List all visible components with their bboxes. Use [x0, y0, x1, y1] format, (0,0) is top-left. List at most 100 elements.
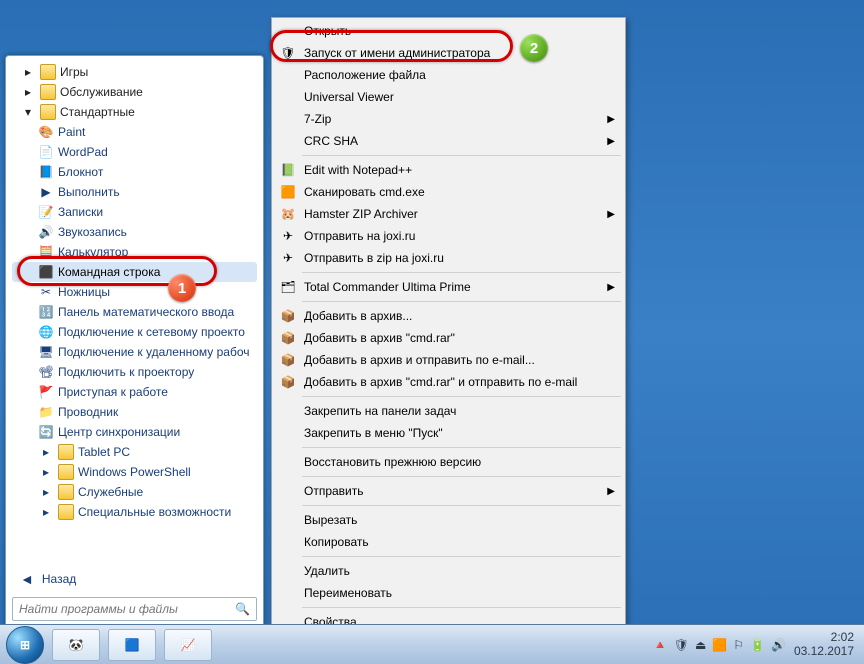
- tray-icon[interactable]: 🔊: [771, 638, 786, 652]
- tray-icon[interactable]: 🟧: [712, 638, 727, 652]
- ctx-item[interactable]: 🗂Total Commander Ultima Prime▶: [274, 276, 623, 298]
- tray-icon[interactable]: ⚐: [733, 638, 744, 652]
- folder-label: Специальные возможности: [78, 505, 231, 519]
- program-item[interactable]: 🔢 Панель математического ввода: [12, 302, 257, 322]
- program-item[interactable]: 📁Проводник: [12, 402, 257, 422]
- ctx-item[interactable]: ✈Отправить на joxi.ru: [274, 225, 623, 247]
- folder-icon: [58, 484, 74, 500]
- ctx-icon: 📦: [280, 374, 296, 390]
- ctx-label: Сканировать cmd.exe: [304, 185, 425, 199]
- tray-icon[interactable]: 🔋: [750, 638, 765, 652]
- tray-icon[interactable]: 🛡: [674, 638, 689, 652]
- ctx-label: Восстановить прежнюю версию: [304, 455, 481, 469]
- program-label: Выполнить: [58, 185, 120, 199]
- separator: [302, 301, 621, 302]
- ctx-item[interactable]: Переименовать: [274, 582, 623, 604]
- collapse-icon: ▸: [38, 464, 54, 480]
- taskbar-button[interactable]: 📈: [164, 629, 212, 661]
- folder-icon: [58, 444, 74, 460]
- ctx-item[interactable]: 📗Edit with Notepad++: [274, 159, 623, 181]
- taskbar-button[interactable]: 🐼: [52, 629, 100, 661]
- back-button[interactable]: ◄ Назад: [12, 563, 257, 597]
- ctx-item[interactable]: Вырезать: [274, 509, 623, 531]
- ctx-icon: [280, 133, 296, 149]
- program-item[interactable]: 🌐Подключение к сетевому проекто: [12, 322, 257, 342]
- ctx-item[interactable]: 📦Добавить в архив "cmd.rar": [274, 327, 623, 349]
- search-box[interactable]: 🔍: [12, 597, 257, 621]
- ctx-label: Добавить в архив...: [304, 309, 412, 323]
- program-label: Записки: [58, 205, 103, 219]
- program-label: Центр синхронизации: [58, 425, 180, 439]
- ctx-item[interactable]: Отправить▶: [274, 480, 623, 502]
- separator: [302, 505, 621, 506]
- ctx-item[interactable]: 🟧 Сканировать cmd.exe: [274, 181, 623, 203]
- marker-2: 2: [520, 34, 548, 62]
- folder-icon: [40, 84, 56, 100]
- program-item[interactable]: 📝Записки: [12, 202, 257, 222]
- system-tray: 🔺 🛡 ⏏ 🟧 ⚐ 🔋 🔊 2:02 03.12.2017: [653, 631, 864, 657]
- ctx-item[interactable]: Расположение файла: [274, 64, 623, 86]
- program-item[interactable]: 🖥Подключение к удаленному рабоч: [12, 342, 257, 362]
- ctx-item[interactable]: ✈Отправить в zip на joxi.ru: [274, 247, 623, 269]
- program-item[interactable]: 📘Блокнот: [12, 162, 257, 182]
- folder-Tablet PC[interactable]: ▸Tablet PC: [12, 442, 257, 462]
- ctx-icon: 🟧: [280, 184, 296, 200]
- ctx-item[interactable]: Восстановить прежнюю версию: [274, 451, 623, 473]
- ctx-label: Edit with Notepad++: [304, 163, 412, 177]
- ctx-item[interactable]: 📦Добавить в архив "cmd.rar" и отправить …: [274, 371, 623, 393]
- folder-Специальные возможности[interactable]: ▸Специальные возможности: [12, 502, 257, 522]
- program-icon: 🚩: [38, 384, 54, 400]
- folder-Стандартные[interactable]: ▾Стандартные: [12, 102, 257, 122]
- arrow-left-icon: ◄: [20, 571, 34, 587]
- folder-Обслуживание[interactable]: ▸Обслуживание: [12, 82, 257, 102]
- program-label: Подключение к сетевому проекто: [58, 325, 245, 339]
- ctx-label: Закрепить в меню "Пуск": [304, 426, 443, 440]
- program-icon: 🔢: [38, 304, 54, 320]
- program-item[interactable]: 🎨Paint: [12, 122, 257, 142]
- ctx-label: Hamster ZIP Archiver: [304, 207, 418, 221]
- search-icon: 🔍: [235, 602, 250, 616]
- program-icon: 🎨: [38, 124, 54, 140]
- folder-Игры[interactable]: ▸Игры: [12, 62, 257, 82]
- program-label: Панель математического ввода: [58, 305, 234, 319]
- ctx-item[interactable]: 🐹Hamster ZIP Archiver▶: [274, 203, 623, 225]
- program-item[interactable]: 🚩 Приступая к работе: [12, 382, 257, 402]
- ctx-label: Копировать: [304, 535, 369, 549]
- search-input[interactable]: [19, 602, 235, 616]
- separator: [302, 476, 621, 477]
- start-orb[interactable]: ⊞: [6, 626, 44, 664]
- folder-Служебные[interactable]: ▸Служебные: [12, 482, 257, 502]
- ctx-item[interactable]: Удалить: [274, 560, 623, 582]
- folder-icon: [40, 104, 56, 120]
- ctx-item[interactable]: Закрепить на панели задач: [274, 400, 623, 422]
- tray-icon[interactable]: 🔺: [653, 638, 668, 652]
- ctx-item[interactable]: Копировать: [274, 531, 623, 553]
- ctx-item[interactable]: CRC SHA▶: [274, 130, 623, 152]
- program-label: Приступая к работе: [58, 385, 168, 399]
- clock[interactable]: 2:02 03.12.2017: [794, 631, 854, 657]
- ctx-item[interactable]: 📦Добавить в архив и отправить по e-mail.…: [274, 349, 623, 371]
- ctx-item[interactable]: 7-Zip▶: [274, 108, 623, 130]
- marker-1: 1: [168, 274, 196, 302]
- ctx-item[interactable]: Universal Viewer: [274, 86, 623, 108]
- folder-Windows PowerShell[interactable]: ▸Windows PowerShell: [12, 462, 257, 482]
- ctx-item[interactable]: Закрепить в меню "Пуск": [274, 422, 623, 444]
- callout-2: [270, 30, 513, 62]
- program-icon: 🔄: [38, 424, 54, 440]
- program-item[interactable]: ▶Выполнить: [12, 182, 257, 202]
- taskbar-button[interactable]: 🟦: [108, 629, 156, 661]
- program-item[interactable]: 🔊Звукозапись: [12, 222, 257, 242]
- tray-icon[interactable]: ⏏: [695, 638, 706, 652]
- context-menu: Открыть🛡Запуск от имени администратораРа…: [271, 17, 626, 636]
- program-item[interactable]: 📄WordPad: [12, 142, 257, 162]
- program-item[interactable]: 🔄 Центр синхронизации: [12, 422, 257, 442]
- ctx-icon: ✈: [280, 228, 296, 244]
- separator: [302, 447, 621, 448]
- program-icon: ✂: [38, 284, 54, 300]
- ctx-item[interactable]: 📦Добавить в архив...: [274, 305, 623, 327]
- ctx-icon: [280, 512, 296, 528]
- ctx-icon: 📦: [280, 352, 296, 368]
- ctx-label: Расположение файла: [304, 68, 426, 82]
- program-item[interactable]: 📽Подключить к проектору: [12, 362, 257, 382]
- ctx-label: Universal Viewer: [304, 90, 394, 104]
